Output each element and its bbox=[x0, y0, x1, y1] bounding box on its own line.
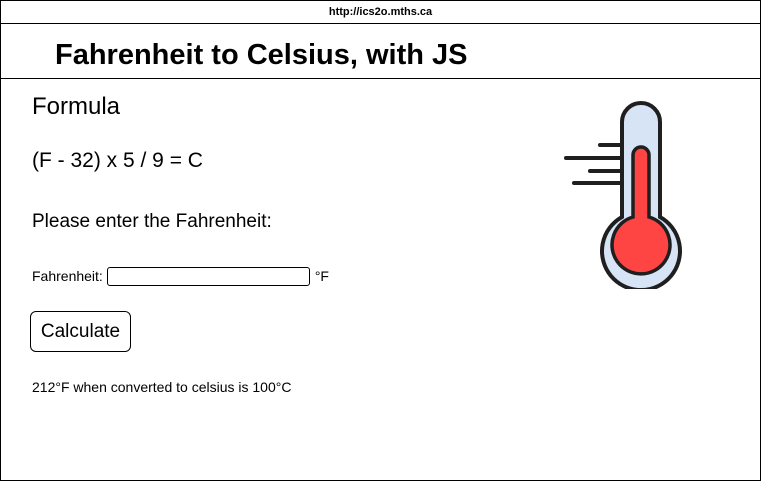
fahrenheit-unit-label: °F bbox=[314, 268, 329, 284]
fahrenheit-label: Fahrenheit: bbox=[32, 268, 103, 284]
url-bar[interactable]: http://ics2o.mths.ca bbox=[1, 1, 760, 24]
fahrenheit-field-row: Fahrenheit: °F bbox=[32, 265, 329, 287]
page-title: Fahrenheit to Celsius, with JS bbox=[55, 39, 468, 71]
prompt-text: Please enter the Fahrenheit: bbox=[32, 211, 272, 232]
result-text: 212°F when converted to celsius is 100°C bbox=[32, 379, 292, 395]
thermometer-icon bbox=[564, 101, 682, 289]
page-header: Fahrenheit to Celsius, with JS bbox=[1, 24, 760, 79]
formula-text: (F - 32) x 5 / 9 = C bbox=[32, 149, 203, 172]
formula-heading: Formula bbox=[32, 93, 121, 120]
calculate-button[interactable]: Calculate bbox=[30, 311, 131, 352]
browser-window: http://ics2o.mths.ca Fahrenheit to Celsi… bbox=[0, 0, 761, 481]
fahrenheit-input[interactable] bbox=[106, 266, 310, 286]
motion-lines bbox=[564, 143, 623, 185]
